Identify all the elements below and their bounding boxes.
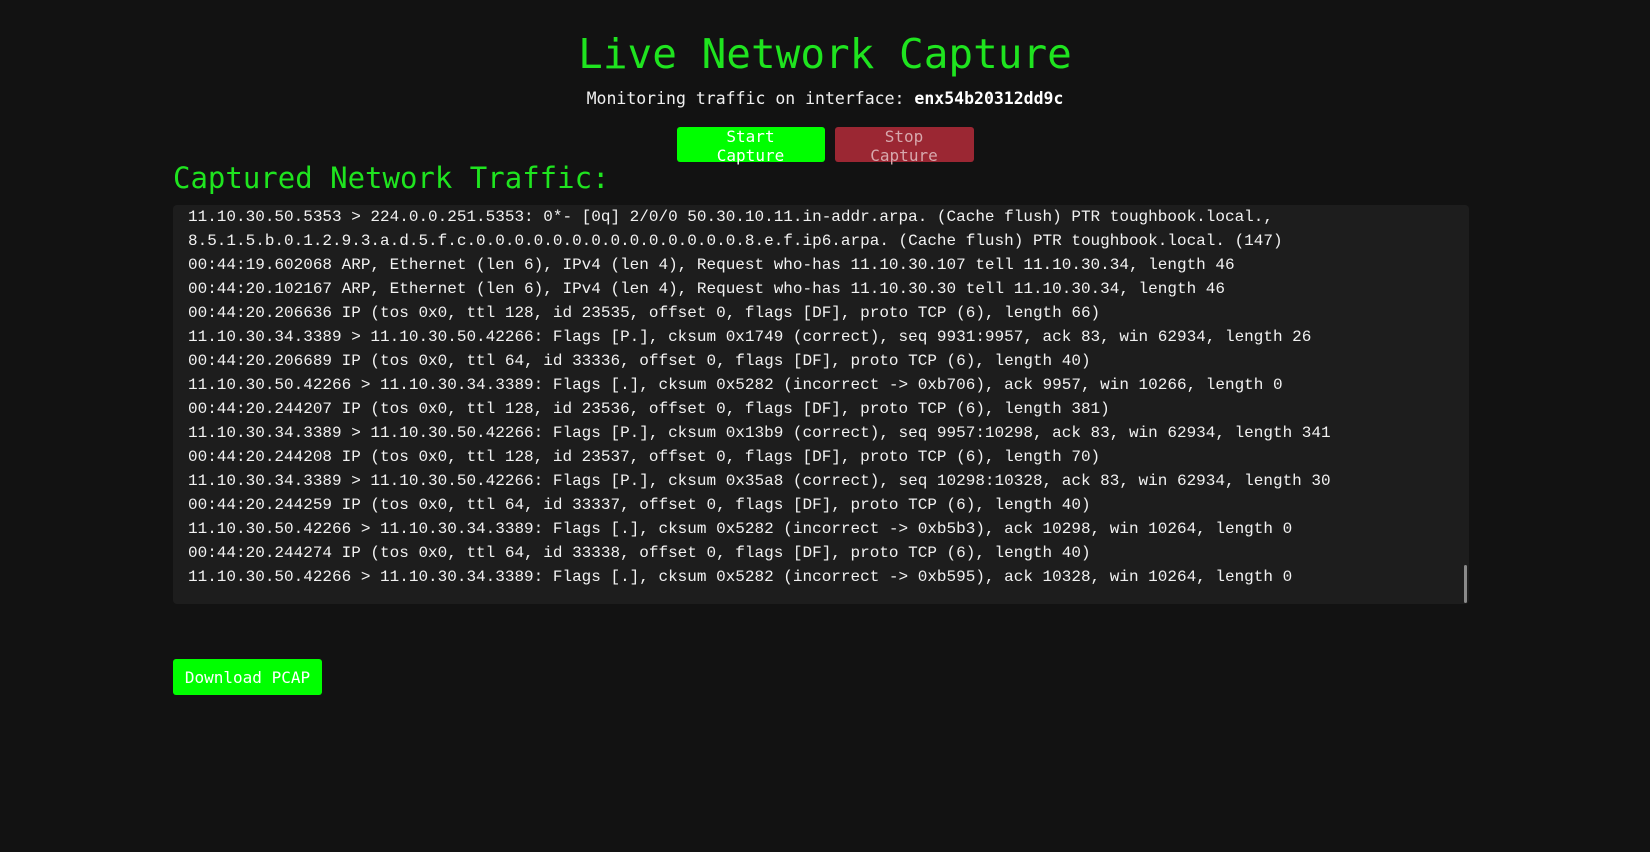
traffic-line: 11.10.30.50.42266 > 11.10.30.34.3389: Fl… <box>188 520 1293 538</box>
traffic-line: 11.10.30.50.42266 > 11.10.30.34.3389: Fl… <box>188 568 1293 586</box>
scrollbar-thumb[interactable] <box>1464 565 1467 603</box>
captured-traffic-heading: Captured Network Traffic: <box>173 161 610 195</box>
monitoring-subtitle: Monitoring traffic on interface: enx54b2… <box>0 88 1650 110</box>
traffic-lines-list: 11.10.30.50.5353 > 224.0.0.251.5353: 0*-… <box>188 205 1469 589</box>
traffic-output-panel[interactable]: 11.10.30.50.5353 > 224.0.0.251.5353: 0*-… <box>173 205 1469 604</box>
traffic-line: 11.10.30.50.5353 > 224.0.0.251.5353: 0*-… <box>188 208 1273 226</box>
capture-controls: Start Capture Stop Capture <box>0 127 1650 165</box>
traffic-line: 00:44:19.602068 ARP, Ethernet (len 6), I… <box>188 256 1235 274</box>
stop-capture-button[interactable]: Stop Capture <box>834 127 974 165</box>
traffic-line: 00:44:20.244208 IP (tos 0x0, ttl 128, id… <box>188 448 1101 466</box>
interface-name: enx54b20312dd9c <box>914 89 1064 108</box>
page-title: Live Network Capture <box>578 30 1072 78</box>
traffic-line: 00:44:20.206689 IP (tos 0x0, ttl 64, id … <box>188 352 1091 370</box>
traffic-line: 00:44:20.244207 IP (tos 0x0, ttl 128, id… <box>188 400 1110 418</box>
traffic-line: 00:44:20.206636 IP (tos 0x0, ttl 128, id… <box>188 304 1101 322</box>
traffic-line: 00:44:20.244274 IP (tos 0x0, ttl 64, id … <box>188 544 1091 562</box>
traffic-line: 8.5.1.5.b.0.1.2.9.3.a.d.5.f.c.0.0.0.0.0.… <box>188 232 1283 250</box>
traffic-line: 11.10.30.34.3389 > 11.10.30.50.42266: Fl… <box>188 424 1331 442</box>
traffic-line: 00:44:20.244259 IP (tos 0x0, ttl 64, id … <box>188 496 1091 514</box>
traffic-line: 11.10.30.34.3389 > 11.10.30.50.42266: Fl… <box>188 472 1331 490</box>
download-pcap-button[interactable]: Download PCAP <box>173 659 322 695</box>
traffic-line: 11.10.30.50.42266 > 11.10.30.34.3389: Fl… <box>188 376 1283 394</box>
subtitle-prefix: Monitoring traffic on interface: <box>586 89 905 108</box>
traffic-line: 11.10.30.34.3389 > 11.10.30.50.42266: Fl… <box>188 328 1312 346</box>
start-capture-button[interactable]: Start Capture <box>676 127 825 165</box>
traffic-line: 00:44:20.102167 ARP, Ethernet (len 6), I… <box>188 280 1225 298</box>
